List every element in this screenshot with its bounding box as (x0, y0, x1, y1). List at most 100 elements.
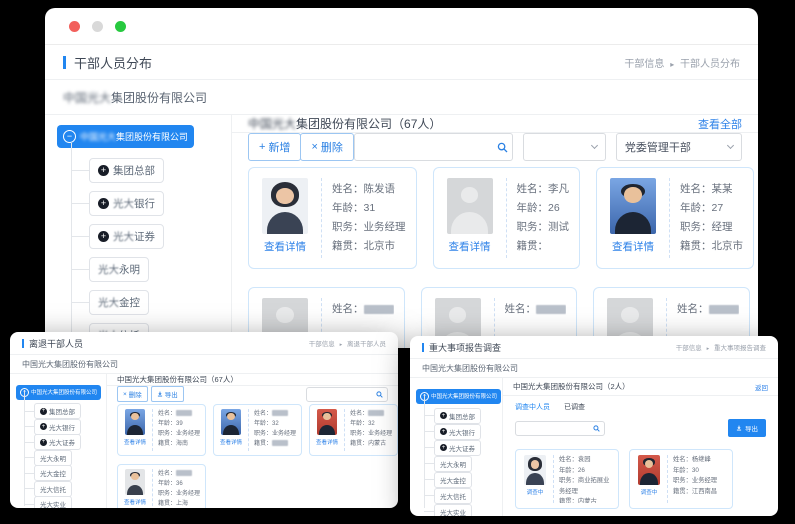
tree-node-hq[interactable]: +集团总部 (89, 158, 164, 183)
tree-node-securities[interactable]: +光大证券 (34, 434, 81, 450)
tree-node-yongming[interactable]: 光大永明 (434, 456, 472, 472)
tree-node-trust[interactable]: 光大信托 (434, 488, 472, 504)
tree-node-finholding[interactable]: 光大金控 (434, 472, 472, 488)
person-photo-placeholder (447, 178, 493, 234)
tree-node-yongming[interactable]: 光大永明 (89, 257, 149, 282)
search-box (354, 133, 513, 161)
tree-root-node[interactable]: −中国光大集团股份有限公司 (16, 385, 101, 400)
person-card: 查看详情 姓名：某某 年龄：27 职务：经理 籍贯：北京市 (596, 167, 754, 269)
expand-icon[interactable]: + (40, 439, 47, 446)
tree-node-finholding[interactable]: 光大金控 (89, 290, 149, 315)
breadcrumb-current: 干部人员分布 (680, 59, 740, 70)
view-all-link[interactable]: 查看全部 (698, 116, 742, 132)
tree-node-industry[interactable]: 光大实业 (34, 496, 72, 508)
tab-under-investigation[interactable]: 调查中人员 (515, 402, 550, 412)
breadcrumb-separator-icon: ▸ (670, 60, 674, 69)
expand-icon[interactable]: + (98, 231, 109, 242)
tree-node-bank[interactable]: +光大银行 (89, 191, 164, 216)
breadcrumb-parent[interactable]: 干部信息 (309, 341, 335, 348)
breadcrumb-parent[interactable]: 干部信息 (676, 345, 702, 352)
person-job: 职务：业务经理 (350, 429, 392, 439)
download-icon (157, 391, 163, 397)
back-link[interactable]: 返回 (755, 382, 768, 392)
expand-icon[interactable]: + (98, 165, 109, 176)
expand-icon[interactable]: + (40, 423, 47, 430)
add-button[interactable]: +新增 (248, 133, 301, 161)
censored-name (536, 305, 566, 314)
cross-icon: × (311, 141, 317, 153)
expand-icon[interactable]: + (440, 444, 447, 451)
export-button[interactable]: 导出 (728, 419, 766, 437)
org-tree: −中国光大集团股份有限公司 +集团总部 +光大银行 +光大证券 光大永明 光大金… (10, 374, 107, 508)
filter-select[interactable] (523, 133, 606, 161)
tree-node-industry[interactable]: 光大实业 (434, 504, 472, 517)
company-bar: 中国光大集团股份有限公司 (410, 359, 778, 378)
person-job: 职务：业务经理 (332, 218, 406, 237)
person-name: 姓名： (505, 300, 567, 319)
person-card-grid-row2: 查看详情 姓名： 年龄：36 职务：业务经理 籍贯：上海 (107, 462, 398, 508)
breadcrumb-parent[interactable]: 干部信息 (624, 59, 664, 70)
person-photo (317, 409, 337, 435)
content-header: 中国光大集团股份有限公司（2人） 返回 (503, 378, 778, 396)
search-icon[interactable] (593, 425, 600, 432)
content-header: 中国光大集团股份有限公司（67人） (107, 374, 398, 386)
breadcrumb-current: 重大事项报告调查 (714, 345, 766, 352)
search-input[interactable] (355, 134, 512, 160)
expand-icon[interactable]: + (440, 428, 447, 435)
search-icon[interactable] (497, 142, 508, 153)
content-header: 中国光大集团股份有限公司（67人） 查看全部 (232, 115, 758, 133)
tree-node-hq[interactable]: +集团总部 (34, 403, 81, 419)
tab-investigated[interactable]: 已调查 (564, 402, 585, 412)
window-close-button[interactable] (69, 21, 80, 32)
title-accent-bar (63, 56, 66, 69)
view-detail-link[interactable]: 查看详情 (220, 438, 242, 446)
person-fields: 姓名： 年龄：36 职务：业务经理 籍贯：上海 (158, 469, 200, 508)
person-name: 姓名：某某 (680, 180, 743, 199)
window-zoom-button[interactable] (115, 21, 126, 32)
breadcrumb-separator-icon: ▸ (707, 346, 710, 352)
expand-icon[interactable]: + (440, 412, 447, 419)
tree-node-bank[interactable]: +光大银行 (434, 424, 481, 440)
tree-node-bank[interactable]: +光大银行 (34, 419, 81, 435)
tree-node-trust[interactable]: 光大信托 (34, 481, 72, 497)
view-detail-link[interactable]: 查看详情 (316, 438, 338, 446)
person-card: 查看详情 姓名： 年龄：39 职务：业务经理 籍贯：海南 (117, 404, 206, 456)
tree-node-finholding[interactable]: 光大金控 (34, 465, 72, 481)
tree-node-yongming[interactable]: 光大永明 (34, 450, 72, 466)
person-photo (125, 469, 145, 495)
tree-node-hq[interactable]: +集团总部 (434, 408, 481, 424)
person-origin: 籍贯：内蒙古 (350, 439, 392, 449)
expand-icon[interactable]: + (40, 408, 47, 415)
tree-root-node[interactable]: − 中国光大集团股份有限公司 (57, 125, 194, 148)
search-icon[interactable] (376, 391, 383, 398)
title-accent-bar (22, 339, 24, 348)
view-detail-link[interactable]: 查看详情 (449, 239, 491, 254)
export-button[interactable]: 导出 (151, 386, 184, 402)
tree-node-securities[interactable]: +光大证券 (89, 224, 164, 249)
person-fields: 姓名： 年龄：39 职务：业务经理 籍贯：海南 (158, 409, 200, 451)
view-detail-link[interactable]: 查看详情 (264, 239, 306, 254)
tree-node-securities[interactable]: +光大证券 (434, 440, 481, 456)
view-detail-link[interactable]: 查看详情 (124, 438, 146, 446)
person-photo (221, 409, 241, 435)
tree-root-node[interactable]: −中国光大集团股份有限公司 (416, 389, 501, 404)
censored-origin (272, 440, 288, 446)
breadcrumb: 干部信息 ▸ 干部人员分布 (624, 55, 740, 70)
view-detail-link[interactable]: 查看详情 (612, 239, 654, 254)
desktop: 干部人员分布 干部信息 ▸ 干部人员分布 中国光大 集团股份有限公司 − 中国光… (0, 0, 795, 524)
cadre-type-select[interactable]: 党委管理干部 (616, 133, 742, 161)
delete-button[interactable]: ×删除 (117, 386, 148, 402)
window-minimize-button[interactable] (92, 21, 103, 32)
delete-button[interactable]: ×删除 (300, 133, 353, 161)
org-tree: − 中国光大集团股份有限公司 +集团总部 +光大银行 +光大证券 光大永明 光大… (45, 115, 232, 348)
person-fields: 姓名：某某 年龄：27 职务：经理 籍贯：北京市 (680, 178, 743, 258)
search-input[interactable] (307, 388, 387, 401)
page-title: 干部人员分布 (74, 53, 152, 72)
page-header: 重大事项报告调查 干部信息 ▸ 重大事项报告调查 (410, 336, 778, 359)
view-detail-link[interactable]: 查看详情 (124, 498, 146, 506)
person-job: 职务：经理 (680, 218, 743, 237)
person-name: 姓名： (158, 409, 200, 419)
search-input[interactable] (516, 422, 604, 435)
breadcrumb: 干部信息 ▸ 重大事项报告调查 (676, 342, 766, 352)
expand-icon[interactable]: + (98, 198, 109, 209)
